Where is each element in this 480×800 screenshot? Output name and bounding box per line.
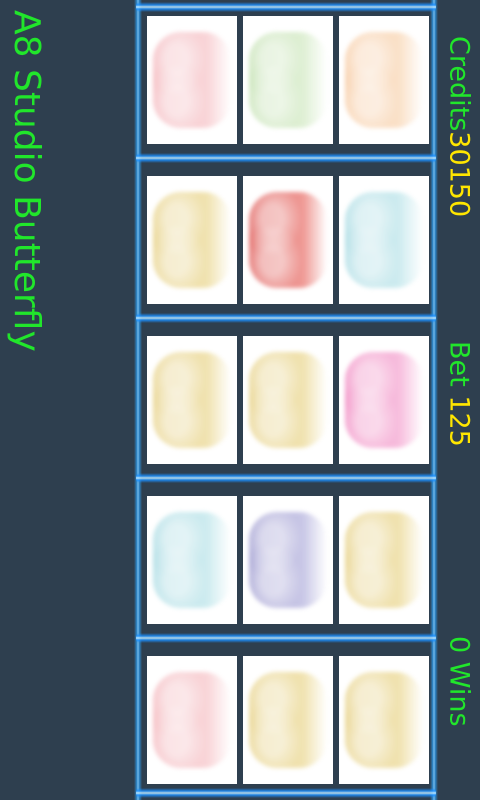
- yellow-butterfly-icon: [249, 672, 327, 768]
- credits-value: 30150: [443, 131, 475, 218]
- reel-cell: [243, 336, 333, 464]
- reel-cell: [147, 496, 237, 624]
- yellow-butterfly-icon: [153, 352, 231, 448]
- slot-machine[interactable]: [96, 0, 442, 800]
- reel-divider: [136, 788, 436, 798]
- reel-cell: [339, 176, 429, 304]
- yellow-butterfly-icon: [153, 192, 231, 288]
- reel-cell: [243, 656, 333, 784]
- app-title-text: A8 Studio Butterfly: [6, 10, 47, 352]
- reel-divider: [136, 153, 436, 163]
- reel-cell: [339, 336, 429, 464]
- reel-cell: [147, 16, 237, 144]
- yellow-butterfly-icon: [345, 672, 423, 768]
- purple-butterfly-icon: [249, 512, 327, 608]
- reel-frame-left: [134, 0, 142, 800]
- green-butterfly-icon: [249, 32, 327, 128]
- stats-panel: Credits30150 Bet 125 0 Wins: [438, 0, 480, 800]
- reel-cell: [339, 656, 429, 784]
- credits-display: Credits30150: [443, 36, 475, 218]
- yellow-butterfly-icon: [345, 512, 423, 608]
- reel-divider: [136, 2, 436, 12]
- reel-cell: [147, 656, 237, 784]
- reel-cell: [243, 16, 333, 144]
- reel-cell: [339, 16, 429, 144]
- reel-cell: [147, 336, 237, 464]
- wins-display: 0 Wins: [443, 636, 475, 727]
- reel-divider: [136, 313, 436, 323]
- pink-butterfly-icon: [153, 32, 231, 128]
- cyan-butterfly-icon: [153, 512, 231, 608]
- pink-butterfly-icon: [153, 672, 231, 768]
- credits-label: Credits: [443, 36, 475, 132]
- cyan-butterfly-icon: [345, 192, 423, 288]
- yellow-butterfly-icon: [249, 352, 327, 448]
- reel-cell: [147, 176, 237, 304]
- reel-divider: [136, 473, 436, 483]
- reel-cell: [339, 496, 429, 624]
- reel-cell: [243, 496, 333, 624]
- reel-cell: [243, 176, 333, 304]
- orange-butterfly-icon: [345, 32, 423, 128]
- wins-value: 0: [443, 636, 475, 654]
- reel-frame-right: [430, 0, 438, 800]
- red-butterfly-icon: [249, 192, 327, 288]
- bet-display[interactable]: Bet 125: [443, 341, 475, 447]
- bet-value: 125: [443, 395, 475, 447]
- magenta-butterfly-icon: [345, 352, 423, 448]
- wins-label: Wins: [443, 653, 475, 727]
- reel-divider: [136, 633, 436, 643]
- bet-label: Bet: [443, 341, 475, 396]
- app-title: A8 Studio Butterfly: [0, 0, 52, 800]
